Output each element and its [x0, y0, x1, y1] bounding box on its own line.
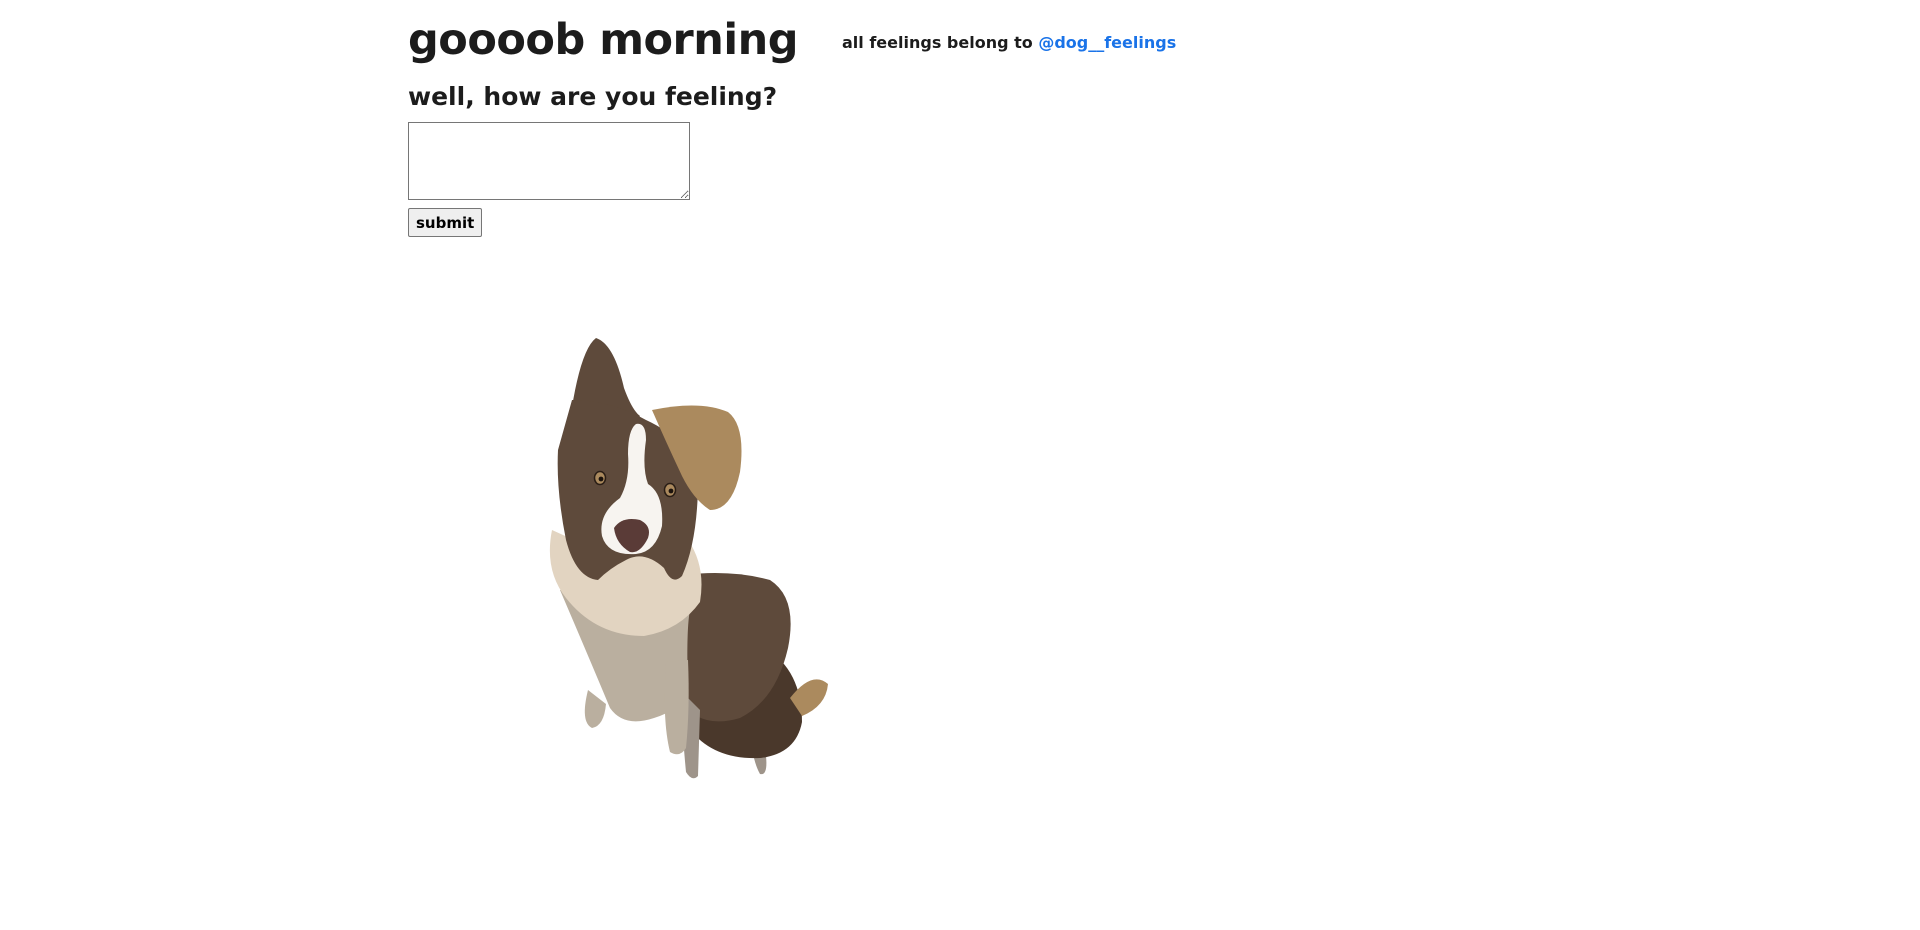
submit-button[interactable]: submit — [408, 208, 483, 237]
page-title: goooob morning — [408, 15, 799, 65]
credit-link[interactable]: @dog__feelings — [1038, 33, 1176, 52]
dog-front-paw — [584, 690, 606, 728]
dog-illustration — [549, 338, 828, 779]
feeling-question: well, how are you feeling? — [408, 82, 778, 111]
page: goooob morning all feelings belong to @d… — [0, 0, 1920, 930]
credit-prefix: all feelings belong to — [842, 33, 1039, 52]
credit-text: all feelings belong to @dog__feelings — [842, 33, 1176, 52]
header: goooob morning all feelings belong to @d… — [408, 15, 1176, 65]
dog-front-leg — [664, 660, 689, 755]
feeling-input[interactable] — [408, 122, 690, 200]
